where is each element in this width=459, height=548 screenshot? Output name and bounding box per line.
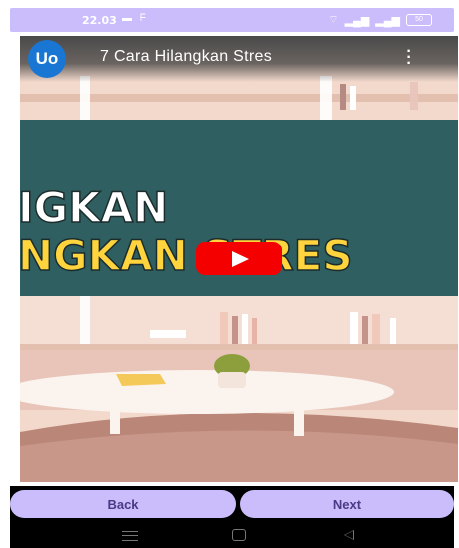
notification-icon: ᖴ [140,13,146,24]
android-nav-bar [10,522,454,548]
signal-icon: ▂▄▆ [344,14,370,27]
play-button[interactable] [196,242,282,275]
wifi-icon: ⌔ [328,14,339,26]
status-time: 22.03 [82,14,117,27]
next-button[interactable]: Next [240,490,454,518]
home-icon[interactable] [232,529,246,541]
video-header: Uo 7 Cara Hilangkan Stres · · · [20,36,458,82]
more-options-icon[interactable]: · · · [404,44,414,72]
video-title[interactable]: 7 Cara Hilangkan Stres [100,48,272,66]
message-icon: ▬ [122,13,132,24]
video-player[interactable]: IGKAN NGKAN STRES Uo 7 Cara Hilangkan St… [20,36,458,482]
button-bar: Back Next [10,486,454,522]
channel-avatar[interactable]: Uo [28,40,66,78]
back-button[interactable]: Back [10,490,236,518]
signal-icon-2: ▂▄▆ [375,14,400,27]
menu-icon[interactable] [122,531,138,541]
thumbnail-text-line1: IGKAN [20,183,168,232]
status-bar: 22.03 ▬ ᖴ ⌔ ▂▄▆ ▂▄▆ 50 [10,8,454,32]
thumbnail-text-line2: NGKAN STRES [20,231,353,280]
back-nav-icon[interactable] [344,530,354,540]
battery-icon: 50 [406,14,432,26]
status-icons: ⌔ ▂▄▆ ▂▄▆ 50 [328,13,432,27]
